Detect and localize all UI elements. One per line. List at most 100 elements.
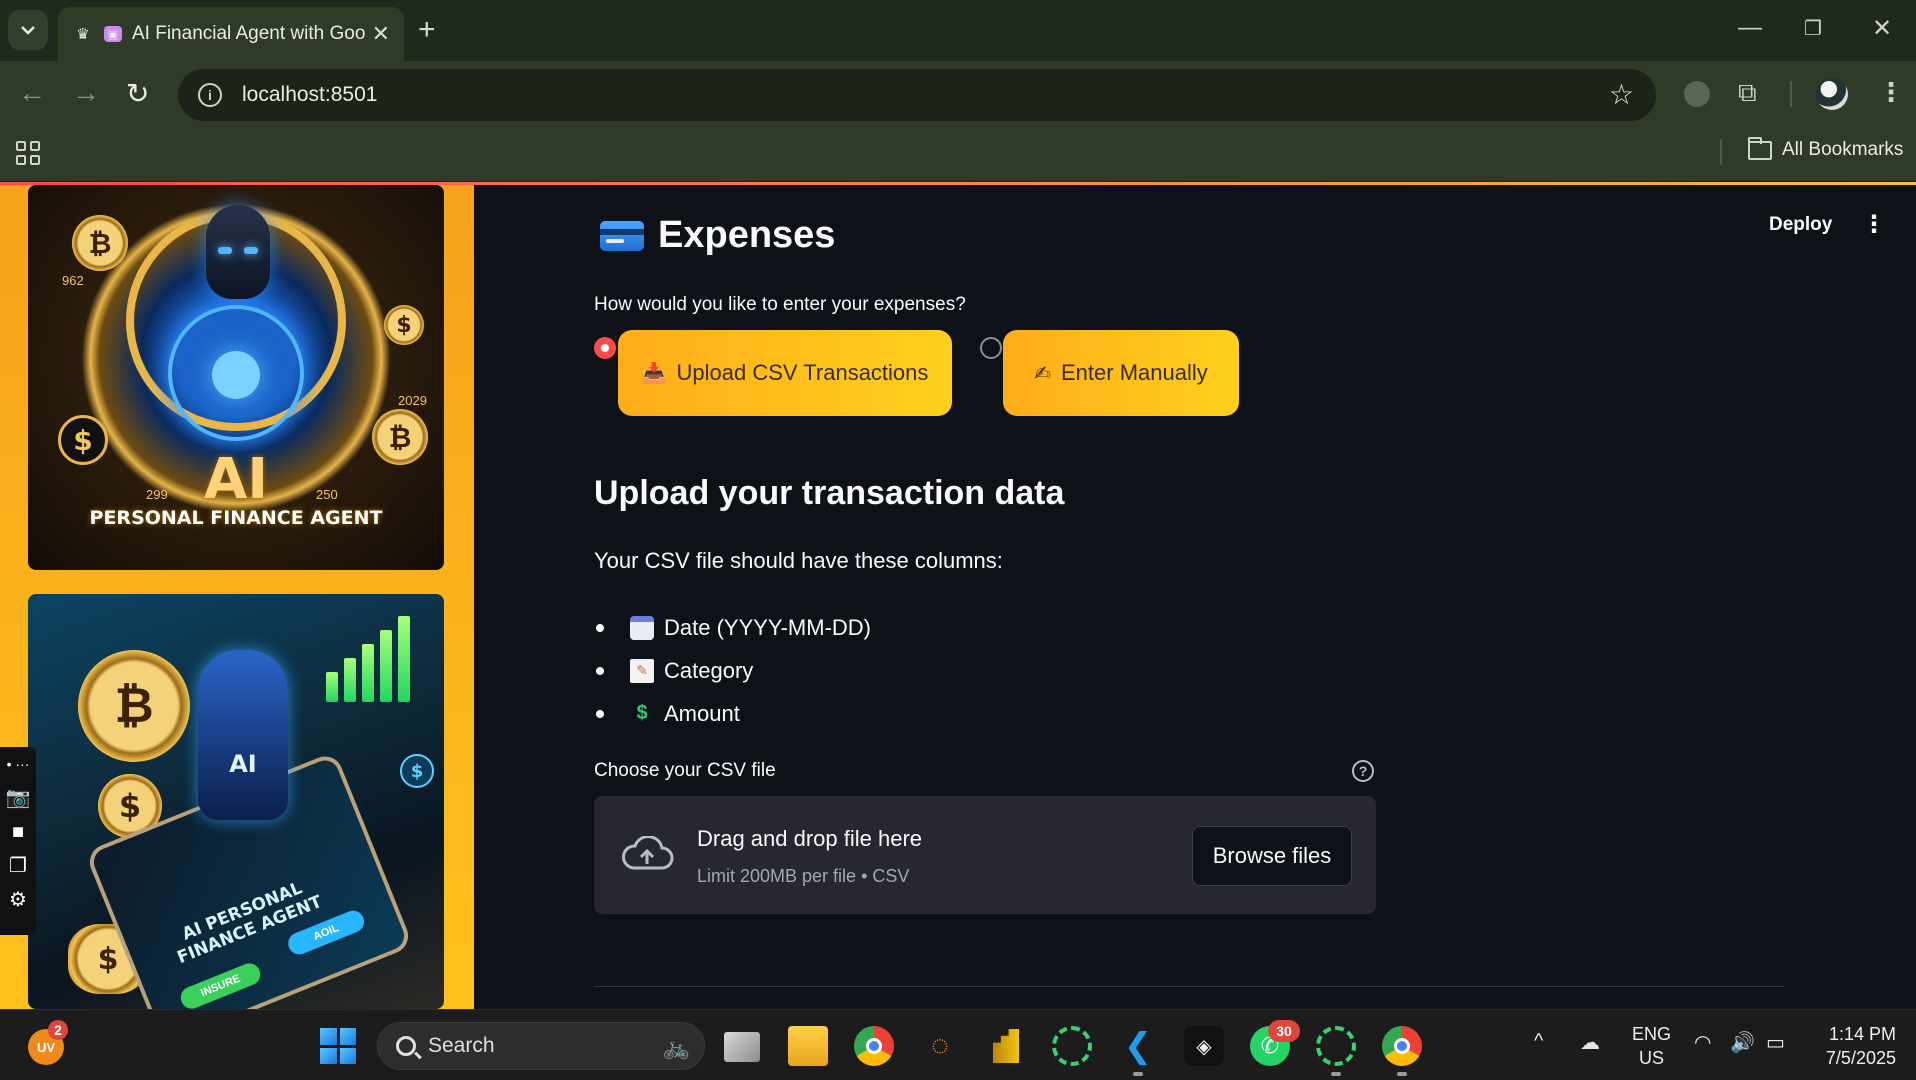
whatsapp-badge: 30	[1268, 1020, 1300, 1042]
anaconda-icon[interactable]	[1316, 1026, 1356, 1066]
dollar-sign-icon: $	[636, 702, 648, 724]
list-item: $ Amount	[596, 692, 871, 735]
windows-icon[interactable]: ❐	[9, 855, 27, 877]
onedrive-icon[interactable]: ☁	[1580, 1030, 1600, 1055]
file-dropzone[interactable]: Drag and drop file here Limit 200MB per …	[594, 796, 1376, 914]
reload-icon[interactable]: ↻	[126, 77, 149, 110]
windows-start-icon[interactable]	[320, 1028, 356, 1064]
minimize-icon[interactable]: —	[1738, 14, 1762, 42]
new-tab-button[interactable]: +	[418, 13, 436, 47]
ai-finance-phone-image: ₿ $ $ AI PERSONAL FINANCE AGENT INSURE A…	[28, 594, 444, 1009]
lang-line1: ENG	[1632, 1024, 1672, 1044]
close-tab-icon[interactable]: ✕	[372, 21, 390, 47]
forward-icon[interactable]: →	[72, 77, 100, 109]
language-indicator[interactable]: ENG US	[1632, 1022, 1671, 1070]
image-number: 962	[62, 273, 84, 288]
anaconda-icon[interactable]	[1052, 1026, 1092, 1066]
robot-head-icon	[206, 205, 270, 299]
enter-manually-option[interactable]: ✍ Enter Manually	[1003, 330, 1239, 416]
tab-search-button[interactable]	[8, 10, 48, 50]
column-name: Date (YYYY-MM-DD)	[664, 614, 871, 640]
radio-enter-manually[interactable]	[980, 337, 1002, 359]
image-caption: PERSONAL FINANCE AGENT	[89, 507, 383, 529]
task-view-icon[interactable]	[724, 1032, 760, 1062]
system-clock[interactable]: 1:14 PM 7/5/2025	[1812, 1022, 1896, 1070]
screen-recorder-toolbar: • ··· 📷 ■ ❐ ⚙	[0, 747, 36, 935]
phone-chip-insure: INSURE	[177, 960, 264, 1009]
enter-manually-label: Enter Manually	[1061, 360, 1208, 385]
robot-favicon-icon: ▣	[104, 26, 122, 42]
chrome-profile-icon[interactable]	[1382, 1026, 1422, 1066]
profile-avatar[interactable]	[1816, 78, 1848, 110]
battery-icon[interactable]: ▭	[1766, 1030, 1785, 1055]
jupyter-icon[interactable]: ◌	[920, 1026, 960, 1066]
entry-method-prompt: How would you like to enter your expense…	[594, 294, 966, 315]
url-text: localhost:8501	[242, 83, 378, 106]
video-camera-icon[interactable]: ■	[12, 821, 24, 843]
column-name: Amount	[664, 700, 740, 726]
file-explorer-icon[interactable]	[788, 1026, 828, 1066]
help-icon[interactable]: ?	[1352, 760, 1374, 782]
upload-csv-option[interactable]: 📥 Upload CSV Transactions	[618, 330, 952, 416]
inbox-tray-icon: 📥	[641, 362, 667, 385]
browse-files-button[interactable]: Browse files	[1192, 826, 1352, 886]
bookmarks-divider	[1720, 139, 1722, 165]
extensions-icon[interactable]: ⧉	[1738, 77, 1757, 109]
file-uploader-label: Choose your CSV file	[594, 760, 776, 781]
camera-icon[interactable]: 📷	[6, 787, 31, 809]
taskbar-search[interactable]: Search 🚲	[377, 1022, 705, 1070]
power-bi-icon[interactable]	[986, 1026, 1026, 1066]
more-icon[interactable]: • ···	[7, 753, 30, 775]
close-window-icon[interactable]: ✕	[1872, 14, 1892, 43]
bookmarks-bar: All Bookmarks	[0, 127, 1916, 183]
columns-intro: Your CSV file should have these columns:	[594, 548, 1003, 573]
bicycle-icon: 🚲	[662, 1035, 690, 1060]
search-icon	[396, 1036, 416, 1056]
cube-app-icon[interactable]: ◈	[1184, 1026, 1224, 1066]
growth-chart-icon	[326, 616, 410, 702]
robot-label: AI	[229, 750, 257, 778]
chrome-icon[interactable]	[854, 1026, 894, 1066]
chevron-down-icon	[21, 26, 35, 35]
site-info-icon[interactable]: i	[198, 83, 222, 107]
memo-icon: ✎	[630, 658, 654, 683]
send-icon[interactable]	[1684, 81, 1710, 107]
notification-badge: 2	[48, 1020, 68, 1040]
app-menu-icon[interactable]: ⋮	[1862, 210, 1886, 239]
cloud-upload-icon	[622, 836, 674, 870]
all-bookmarks-button[interactable]: All Bookmarks	[1748, 136, 1904, 161]
running-indicator	[1397, 1072, 1407, 1076]
image-ai-text: AI	[203, 447, 269, 512]
bullet	[596, 623, 604, 632]
browser-tab-bar: ♛ ▣ AI Financial Agent with Goo ✕ + — ❐ …	[0, 0, 1916, 61]
wifi-icon[interactable]: ◠	[1694, 1030, 1711, 1055]
bullet	[596, 666, 604, 675]
streamlit-crown-icon: ♛	[76, 26, 90, 43]
page-title-text: Expenses	[658, 214, 836, 256]
credit-card-icon	[600, 220, 644, 251]
folder-icon	[1748, 136, 1772, 160]
restore-icon[interactable]: ❐	[1804, 16, 1822, 41]
deploy-button[interactable]: Deploy	[1769, 214, 1832, 236]
chrome-menu-icon[interactable]: ⋮	[1878, 77, 1904, 108]
volume-icon[interactable]: 🔊	[1730, 1030, 1755, 1055]
list-item: ✎ Category	[596, 649, 871, 692]
required-columns-list: Date (YYYY-MM-DD) ✎ Category $ Amount	[596, 606, 871, 735]
bookmark-star-icon[interactable]: ☆	[1609, 78, 1634, 111]
vscode-icon[interactable]: ❮	[1118, 1026, 1158, 1066]
back-icon[interactable]: ←	[18, 77, 46, 109]
image-number: 2029	[398, 393, 427, 408]
search-label: Search	[428, 1034, 495, 1057]
apps-grid-icon[interactable]	[16, 141, 40, 165]
all-bookmarks-label: All Bookmarks	[1782, 139, 1904, 160]
user-initials: UV	[36, 1039, 56, 1055]
radio-upload-csv[interactable]	[594, 337, 616, 359]
divider	[594, 986, 1784, 987]
settings-gear-icon[interactable]: ⚙	[9, 889, 27, 911]
drop-text: Drag and drop file here	[697, 826, 923, 851]
page-title: Expenses	[600, 214, 835, 257]
clock-time: 1:14 PM	[1828, 1024, 1896, 1044]
show-hidden-icons[interactable]: ^	[1534, 1030, 1543, 1053]
address-bar[interactable]: i localhost:8501 ☆	[178, 69, 1656, 121]
browser-tab[interactable]: ♛ ▣ AI Financial Agent with Goo ✕	[58, 7, 404, 61]
